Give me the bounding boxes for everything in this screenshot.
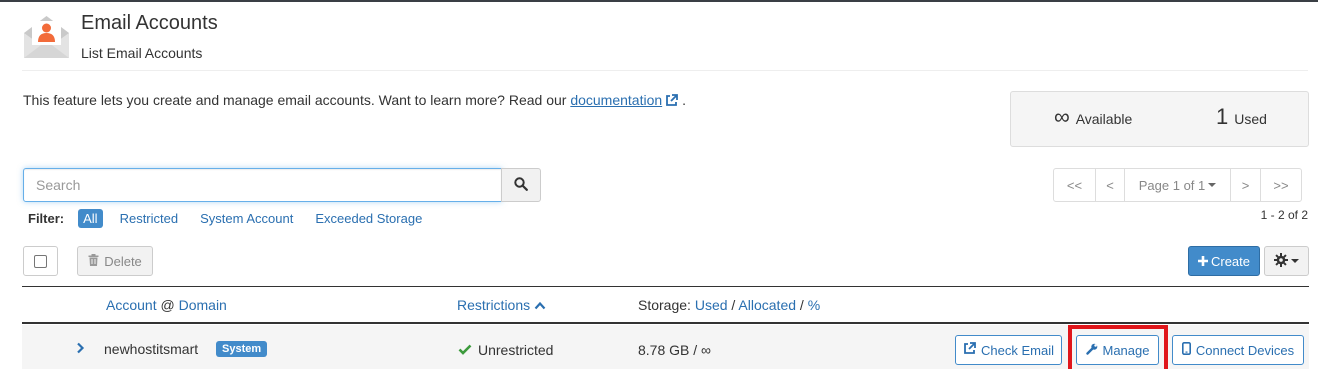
- external-link-icon[interactable]: [665, 94, 679, 110]
- filter-label: Filter:: [28, 211, 65, 226]
- restriction-label: Unrestricted: [478, 342, 554, 358]
- sort-domain-link[interactable]: Domain: [179, 297, 227, 313]
- create-button[interactable]: Create: [1188, 246, 1260, 276]
- check-icon: [458, 342, 472, 358]
- connect-devices-button[interactable]: Connect Devices: [1172, 335, 1304, 365]
- sort-ascending-icon: [534, 297, 546, 313]
- available-stat: ∞ Available: [1054, 104, 1132, 130]
- next-page-button[interactable]: >: [1230, 168, 1261, 202]
- create-label: Create: [1210, 253, 1251, 269]
- divider: [22, 70, 1308, 71]
- sort-account-link[interactable]: Account: [106, 297, 157, 313]
- delete-button[interactable]: Delete: [77, 246, 153, 276]
- search-input[interactable]: [23, 168, 502, 202]
- used-value: 1: [1216, 104, 1229, 129]
- available-value: ∞: [1054, 104, 1070, 129]
- account-name: newhostitsmart: [104, 341, 199, 357]
- manage-highlight-box: [1068, 325, 1168, 369]
- sort-allocated-link[interactable]: Allocated: [738, 297, 796, 313]
- trash-icon: [88, 253, 99, 269]
- gear-icon: [1274, 252, 1288, 270]
- available-label: Available: [1075, 111, 1133, 127]
- expand-chevron-icon[interactable]: [76, 341, 85, 357]
- page-subtitle: List Email Accounts: [81, 45, 203, 61]
- column-restrictions[interactable]: Restrictions: [457, 297, 546, 313]
- top-border: [0, 0, 1318, 2]
- connect-devices-label: Connect Devices: [1195, 342, 1295, 358]
- plus-icon: [1197, 254, 1208, 269]
- intro-suffix: .: [682, 92, 686, 108]
- used-stat: 1 Used: [1216, 104, 1267, 130]
- check-email-label: Check Email: [981, 342, 1054, 358]
- filter-all[interactable]: All: [78, 209, 103, 228]
- storage-separator: /: [799, 297, 804, 313]
- last-page-button[interactable]: >>: [1260, 168, 1302, 202]
- search-icon: [514, 176, 528, 194]
- column-at-sign: @: [160, 297, 175, 313]
- table-header: Account @ Domain Restrictions Storage: U…: [22, 286, 1309, 324]
- account-stats-panel: ∞ Available 1 Used: [1010, 91, 1309, 147]
- mobile-device-icon: [1181, 342, 1191, 358]
- page-select-label: Page 1 of 1: [1138, 177, 1206, 193]
- select-all-checkbox[interactable]: [23, 246, 58, 276]
- documentation-link[interactable]: documentation: [570, 92, 662, 108]
- sort-restrictions-link[interactable]: Restrictions: [457, 297, 530, 313]
- page-title: Email Accounts: [81, 12, 218, 34]
- check-email-button[interactable]: Check Email: [955, 335, 1062, 365]
- email-accounts-icon: [22, 13, 71, 60]
- settings-dropdown-button[interactable]: [1264, 246, 1309, 276]
- sort-percent-link[interactable]: %: [808, 297, 820, 313]
- filter-exceeded-storage[interactable]: Exceeded Storage: [315, 211, 422, 226]
- filter-system-account[interactable]: System Account: [200, 211, 293, 226]
- search-button[interactable]: [501, 168, 541, 202]
- intro-text-body: This feature lets you create and manage …: [23, 92, 571, 108]
- storage-value: 8.78 GB / ∞: [638, 342, 712, 358]
- first-page-button[interactable]: <<: [1053, 168, 1096, 202]
- delete-label: Delete: [104, 253, 142, 269]
- checkbox-square: [34, 254, 47, 268]
- used-label: Used: [1234, 111, 1267, 127]
- storage-separator: /: [731, 297, 736, 313]
- pagination: << < Page 1 of 1 > >>: [1053, 168, 1302, 202]
- caret-down-icon: [1291, 259, 1299, 263]
- filter-bar: Filter: All Restricted System Account Ex…: [28, 209, 444, 228]
- results-count: 1 - 2 of 2: [1260, 208, 1308, 222]
- intro-text: This feature lets you create and manage …: [23, 92, 686, 110]
- restriction-status: Unrestricted: [458, 342, 553, 358]
- sort-used-link[interactable]: Used: [695, 297, 728, 313]
- caret-down-icon: [1208, 183, 1217, 187]
- external-link-icon: [963, 342, 976, 358]
- column-account-domain: Account @ Domain: [106, 297, 227, 313]
- page-select[interactable]: Page 1 of 1: [1124, 168, 1231, 202]
- column-storage: Storage: Used / Allocated / %: [638, 297, 820, 313]
- storage-label: Storage:: [638, 297, 691, 313]
- system-badge: System: [216, 341, 268, 357]
- prev-page-button[interactable]: <: [1095, 168, 1125, 202]
- filter-restricted[interactable]: Restricted: [120, 211, 179, 226]
